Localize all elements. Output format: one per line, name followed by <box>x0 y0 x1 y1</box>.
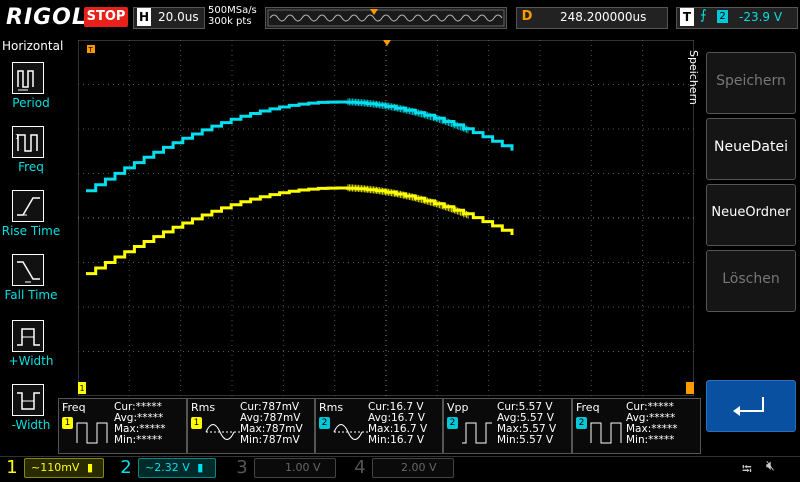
channel-1-scale: 110mV <box>40 461 80 474</box>
timebase-value: 20.0us <box>158 10 199 24</box>
channel-1-marker-label: 1 <box>80 384 85 393</box>
measurement-channel: 2 <box>576 417 587 429</box>
rigol-logo: RIGOL <box>6 5 87 30</box>
channel-1-bwlimit-icon: ▮ <box>86 461 94 474</box>
measurement-min: Min:5.57 V <box>497 434 554 446</box>
period-icon <box>12 62 44 94</box>
channel-3-scale: 1.00 V <box>285 461 321 474</box>
positive-width-icon <box>12 320 44 352</box>
frequency-icon <box>590 422 622 444</box>
new-file-button[interactable]: NeueDatei <box>706 118 796 180</box>
timebase-label: H <box>137 8 151 26</box>
channel-1-coupling: ~ <box>31 461 41 474</box>
measurement-channel: 2 <box>319 417 330 429</box>
measurement-name: Rms <box>319 401 344 414</box>
measurement-rms-ch1[interactable]: Rms 1 Cur:787mV Avg:787mV Max:787mV Min:… <box>187 398 315 454</box>
svg-text:1: 1 <box>15 133 19 141</box>
rms-sine-icon <box>333 424 368 440</box>
fall-time-icon <box>12 254 44 286</box>
delete-button[interactable]: Löschen <box>706 250 796 312</box>
menu-item-rise-time[interactable]: Rise Time <box>0 190 62 252</box>
enter-button[interactable] <box>706 380 796 432</box>
menu-item-label: Freq <box>18 160 44 174</box>
memory-overview-bar <box>265 7 507 29</box>
enter-arrow-icon <box>733 397 764 416</box>
channel-2-bwlimit-icon: ▮ <box>197 461 204 474</box>
measurement-freq-ch1[interactable]: Freq 1 Cur:***** Avg:***** Max:***** Min… <box>58 398 187 454</box>
speaker-muted-icon: 🔇︎ <box>766 458 775 474</box>
delay-value: 248.200000us <box>560 10 647 24</box>
run-stop-status[interactable]: STOP <box>84 7 128 27</box>
new-folder-button[interactable]: NeueOrdner <box>706 184 796 246</box>
measurement-min: Min:***** <box>114 434 163 446</box>
menu-item-label: Rise Time <box>1 224 61 238</box>
frequency-icon: 1 <box>12 126 44 158</box>
trigger-label: T <box>680 8 694 26</box>
channel-2-number: 2 <box>120 457 132 478</box>
channel-3-number: 3 <box>236 457 248 478</box>
trigger-level: -23.9 V <box>739 10 783 24</box>
rise-time-icon <box>12 190 44 222</box>
delete-button-label: Löschen <box>722 271 780 287</box>
channel-2-button[interactable]: ~2.32 V ▮ <box>138 458 216 478</box>
trigger-marker-label: T <box>88 46 94 54</box>
channel-4-number: 4 <box>354 457 366 478</box>
negative-width-icon <box>12 384 44 416</box>
menu-item-fall-time[interactable]: Fall Time <box>0 254 62 316</box>
menu-item-period[interactable]: Period <box>0 62 62 124</box>
measurement-channel: 2 <box>447 417 458 429</box>
measurement-name: Rms <box>191 401 216 414</box>
menu-item-label: Fall Time <box>4 288 58 302</box>
menu-item-negative-width[interactable]: -Width <box>0 384 62 446</box>
frequency-icon <box>76 422 108 444</box>
measurement-name: Freq <box>576 401 600 414</box>
menu-item-label: Period <box>12 96 50 110</box>
trigger-source: 2 <box>717 10 728 23</box>
menu-item-freq[interactable]: 1 Freq <box>0 126 62 188</box>
channel-3-button[interactable]: 1.00 V <box>254 458 336 478</box>
acquisition-info: 500MSa/s 300k pts <box>208 5 257 27</box>
measurement-name: Vpp <box>447 401 469 414</box>
menu-item-label: -Width <box>11 418 51 432</box>
trigger-edge-icon: ⨍ <box>700 8 707 23</box>
save-button[interactable]: Speichern <box>706 52 796 114</box>
channel-1-number: 1 <box>6 457 18 478</box>
measurement-min: Min:***** <box>626 434 675 446</box>
sample-rate: 500MSa/s <box>208 5 257 16</box>
usb-icon: ⭾ <box>742 462 752 477</box>
measurement-rms-ch2[interactable]: Rms 2 Cur:16.7 V Avg:16.7 V Max:16.7 V M… <box>315 398 443 454</box>
measurement-channel: 1 <box>191 417 202 429</box>
memory-depth: 300k pts <box>208 16 252 27</box>
trigger-position-marker <box>370 9 378 15</box>
trigger-level-marker[interactable] <box>686 382 694 394</box>
rms-sine-icon <box>205 424 240 440</box>
measurement-channel: 1 <box>62 417 73 429</box>
measurement-freq-ch2[interactable]: Freq 2 Cur:***** Avg:***** Max:***** Min… <box>572 398 701 454</box>
menu-title: Horizontal <box>2 39 64 53</box>
channel-2-coupling: ~ <box>145 461 155 474</box>
right-menu-title: Speichern <box>687 50 700 105</box>
channel-4-button[interactable]: 2.00 V <box>372 458 454 478</box>
delay-label: D <box>521 9 533 24</box>
new-folder-button-label: NeueOrdner <box>711 205 791 220</box>
channel-1-button[interactable]: ~110mV ▮ <box>24 458 104 478</box>
measurement-vpp-ch2[interactable]: Vpp 2 Cur:5.57 V Avg:5.57 V Max:5.57 V M… <box>443 398 572 454</box>
vpp-icon <box>462 422 492 444</box>
waveform-display[interactable]: T 1 <box>78 40 694 396</box>
menu-item-label: +Width <box>8 354 54 368</box>
measurement-name: Freq <box>62 401 86 414</box>
menu-item-positive-width[interactable]: +Width <box>0 320 62 382</box>
new-file-button-label: NeueDatei <box>714 139 788 155</box>
channel-2-scale: 2.32 V <box>154 461 190 474</box>
channel-4-scale: 2.00 V <box>401 461 437 474</box>
measurement-min: Min:16.7 V <box>368 434 425 446</box>
measurement-min: Min:787mV <box>240 434 300 446</box>
memory-waveform-preview <box>267 9 505 27</box>
save-button-label: Speichern <box>716 73 786 89</box>
